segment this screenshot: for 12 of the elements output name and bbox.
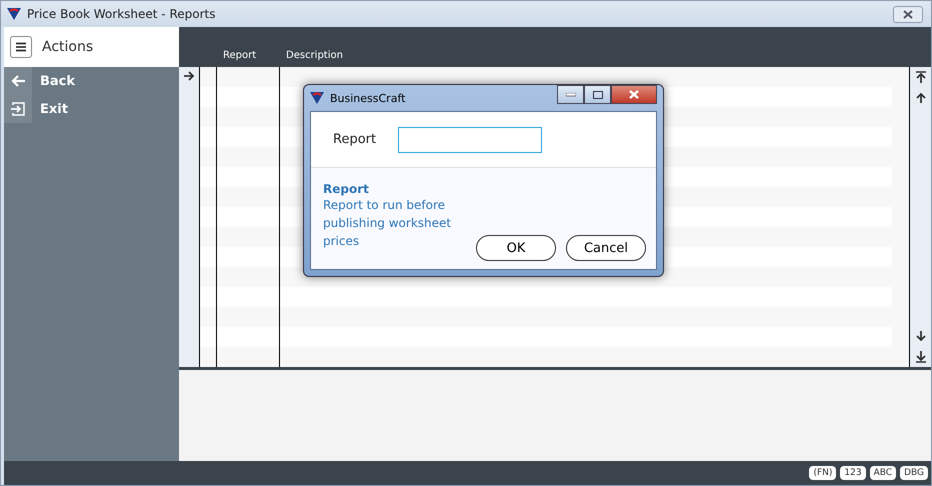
status-badge: 123 bbox=[840, 466, 866, 480]
status-badge: ABC bbox=[870, 466, 896, 480]
column-header: Report bbox=[222, 50, 258, 61]
status-badge: (FN) bbox=[809, 466, 836, 480]
window-title: Price Book Worksheet - Reports bbox=[27, 7, 216, 21]
actions-label: Actions bbox=[42, 39, 94, 55]
help-text: Report to run before publishing worksheet prices bbox=[323, 197, 452, 250]
column-header: Description bbox=[285, 50, 344, 61]
help-title: Report bbox=[323, 182, 370, 196]
dialog-title: BusinessCraft bbox=[330, 92, 406, 104]
status-badge: DBG bbox=[900, 466, 928, 480]
field-label: Report bbox=[333, 132, 376, 147]
